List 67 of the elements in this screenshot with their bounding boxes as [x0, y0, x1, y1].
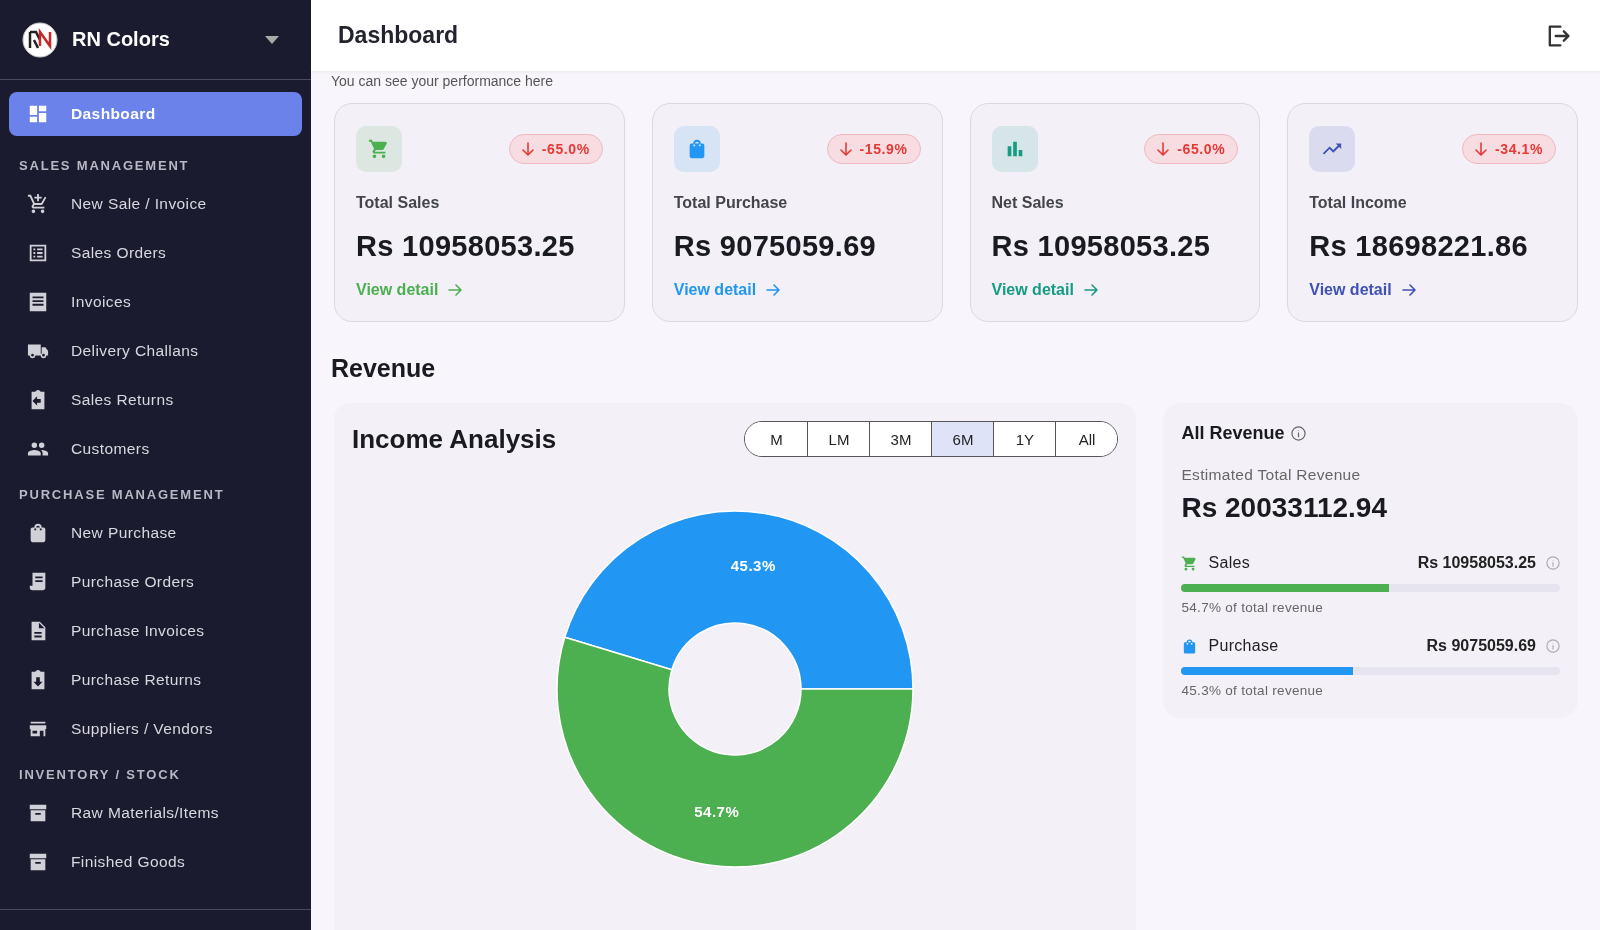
revenue-value: Rs 10958053.25	[1417, 554, 1536, 572]
sidebar-item[interactable]: Customers	[9, 424, 302, 473]
period-tab[interactable]: LM	[807, 422, 870, 456]
cart-plus-icon	[27, 192, 49, 215]
sidebar-item[interactable]: Delivery Challans	[9, 326, 302, 375]
arrow-right-icon	[766, 283, 781, 297]
arrow-right-icon	[448, 283, 463, 297]
page-title: Dashboard	[338, 22, 459, 49]
share-note: 54.7% of total revenue	[1181, 600, 1325, 615]
sidebar-item[interactable]: New Purchase	[9, 508, 302, 557]
sidebar-item[interactable]: Sales Orders	[9, 228, 302, 277]
section-heading: INVENTORY / STOCK	[18, 766, 182, 784]
arrow-right-icon	[1401, 283, 1416, 297]
stat-value: Rs 10958053.25	[991, 230, 1212, 263]
arrow-right-icon	[1083, 283, 1098, 297]
arrow-down-icon	[839, 142, 852, 156]
change-badge: -15.9%	[826, 134, 921, 164]
stat-label: Total Sales	[356, 194, 441, 212]
share-note: 45.3% of total revenue	[1181, 683, 1325, 698]
logo-icon	[22, 21, 58, 58]
stat-label: Total Purchase	[673, 194, 789, 212]
sidebar-item[interactable]: Invoices	[9, 277, 302, 326]
arrow-down-icon	[1157, 142, 1170, 156]
sidebar-item[interactable]: Raw Materials/Items	[9, 788, 302, 837]
panel-subtitle: Estimated Total Revenue	[1181, 466, 1362, 484]
period-tab[interactable]: 6M	[931, 422, 994, 456]
change-badge: -65.0%	[508, 134, 603, 164]
sidebar-item[interactable]: Purchase Invoices	[9, 606, 302, 655]
stat-label: Net Sales	[991, 194, 1065, 212]
revenue-value: Rs 9075059.69	[1426, 637, 1536, 655]
period-tab[interactable]: All	[1055, 422, 1118, 456]
sidebar-item[interactable]: Sales Returns	[9, 375, 302, 424]
slice-label: 45.3%	[730, 557, 776, 575]
total-revenue: Rs 20033112.94	[1181, 492, 1388, 524]
brand-name: RN Colors	[72, 28, 171, 51]
sidebar-item[interactable]: Finished Goods	[9, 837, 302, 886]
page-subtitle: You can see your performance here	[330, 72, 555, 89]
revenue-label: Sales	[1208, 554, 1251, 572]
chart-title: Income Analysis	[352, 423, 557, 455]
period-tab[interactable]: 1Y	[993, 422, 1056, 456]
arrow-down-icon	[521, 142, 534, 156]
stat-value: Rs 18698221.86	[1309, 230, 1529, 263]
change-badge: -34.1%	[1462, 134, 1556, 164]
slice-label: 54.7%	[694, 802, 740, 820]
change-badge: -65.0%	[1144, 134, 1239, 164]
receipt-icon	[27, 290, 49, 313]
stat-value: Rs 10958053.25	[356, 230, 576, 263]
panel-title: All Revenue	[1181, 423, 1285, 444]
sidebar-item[interactable]: Purchase Returns	[9, 655, 302, 704]
cart-icon	[368, 138, 390, 160]
period-tab[interactable]: M	[745, 422, 808, 456]
arrow-down-icon	[1475, 142, 1488, 156]
section-heading: PURCHASE MANAGEMENT	[18, 486, 226, 504]
sidebar-item[interactable]: Purchase Orders	[9, 557, 302, 606]
revenue-label: Purchase	[1208, 637, 1280, 655]
period-tab[interactable]: 3M	[869, 422, 932, 456]
section-heading: SALES MANAGEMENT	[18, 157, 191, 175]
section-title: Revenue	[331, 354, 437, 383]
sidebar-item[interactable]: Suppliers / Vendors	[9, 704, 302, 753]
info-icon[interactable]	[1290, 426, 1306, 441]
sidebar-item[interactable]: Dashboard	[9, 92, 302, 136]
view-detail-link[interactable]: View detail	[1309, 281, 1416, 299]
stat-value: Rs 9075059.69	[673, 230, 877, 263]
stat-label: Total Income	[1309, 194, 1408, 212]
sidebar-item[interactable]: New Sale / Invoice	[9, 179, 302, 228]
caret-icon[interactable]	[265, 35, 279, 44]
dashboard-icon	[27, 103, 49, 125]
